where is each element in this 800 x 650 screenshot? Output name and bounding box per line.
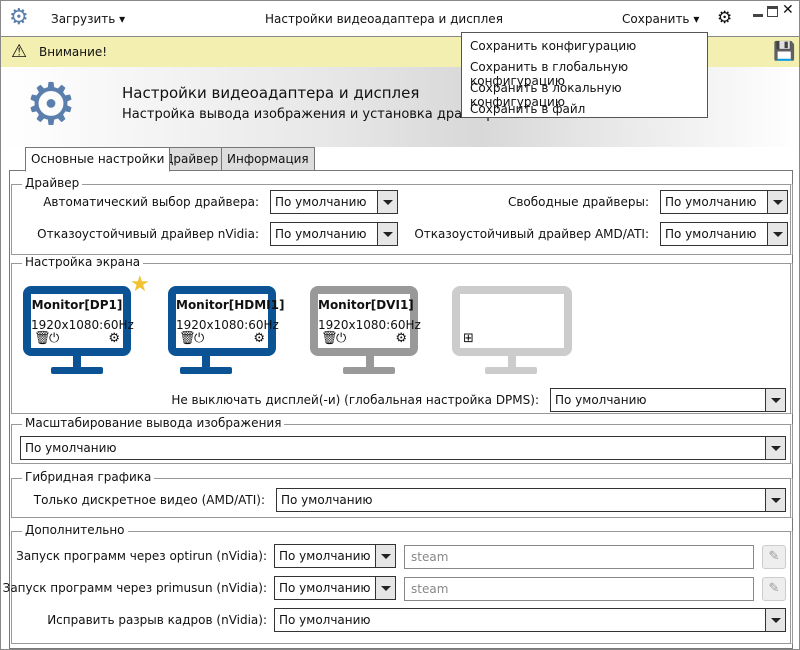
select-value: По умолчанию xyxy=(279,613,371,627)
discrete-video-label: Только дискретное видео (AMD/ATI): xyxy=(33,493,265,507)
select-value: По умолчанию xyxy=(279,549,371,563)
monitor-mode: 1920x1080:60Hz xyxy=(318,318,421,332)
monitor-base xyxy=(51,367,103,374)
monitor-base xyxy=(180,367,232,374)
optirun-label: Запуск программ через optirun (nVidia): xyxy=(16,549,267,563)
chevron-down-icon xyxy=(765,489,785,511)
select-value: По умолчанию xyxy=(275,227,367,241)
chevron-down-icon xyxy=(767,191,787,213)
tab-main-settings[interactable]: Основные настройки xyxy=(25,147,171,172)
app-gears-icon: ⚙ xyxy=(9,5,29,30)
monitor-base xyxy=(343,367,395,374)
edit-icon[interactable]: ✎ xyxy=(762,577,786,601)
select-value: По умолчанию xyxy=(281,493,373,507)
select-value: По умолчанию xyxy=(25,441,117,455)
select-value: По умолчанию xyxy=(665,195,757,209)
banner-subtitle: Настройка вывода изображения и установка… xyxy=(122,107,511,122)
primary-star-icon: ★ xyxy=(130,272,150,297)
group-title: Гибридная графика xyxy=(22,470,155,484)
dpms-label: Не выключать дисплей(-и) (глобальная нас… xyxy=(171,393,539,407)
window-title: Настройки видеоадаптера и дисплея xyxy=(265,12,503,26)
save-dropdown-menu: Сохранить конфигурацию Сохранить в глоба… xyxy=(461,32,708,118)
tearing-label: Исправить разрыв кадров (nVidia): xyxy=(47,613,267,627)
monitor-card[interactable]: Monitor[HDMI1] 1920x1080:60Hz 🗑 ⏻ ⚙ xyxy=(168,286,285,356)
warning-text: Внимание! xyxy=(39,45,108,59)
gear-icon[interactable]: ⚙ xyxy=(253,331,265,346)
select-value: По умолчанию xyxy=(275,195,367,209)
chevron-down-icon xyxy=(377,191,397,213)
menu-item-save-config[interactable]: Сохранить конфигурацию xyxy=(462,36,707,57)
auto-driver-label: Автоматический выбор драйвера: xyxy=(43,195,259,209)
group-title: Драйвер xyxy=(22,176,83,190)
chevron-down-icon xyxy=(375,577,395,599)
select-value: По умолчанию xyxy=(279,581,371,595)
free-drivers-select[interactable]: По умолчанию xyxy=(660,190,788,214)
minimize-button[interactable] xyxy=(753,14,763,17)
monitor-card[interactable]: Monitor[DVI1] 1920x1080:60Hz 🗑 ⏻ ⚙ xyxy=(310,286,421,356)
save-lock-icon[interactable]: 💾 xyxy=(773,41,795,62)
auto-driver-select[interactable]: По умолчанию xyxy=(270,190,398,214)
edit-icon[interactable]: ✎ xyxy=(762,545,786,569)
power-icon[interactable]: ⏻ xyxy=(49,331,59,346)
monitor-base xyxy=(485,367,537,374)
chevron-down-icon xyxy=(767,223,787,245)
amd-failsafe-select[interactable]: По умолчанию xyxy=(660,222,788,246)
optirun-input[interactable]: steam xyxy=(404,545,754,569)
group-title: Настройка экрана xyxy=(22,255,144,269)
primusun-label: Запуск программ через primusun (nVidia): xyxy=(2,581,267,595)
load-menu-button[interactable]: Загрузить ▾ xyxy=(51,12,125,26)
nvidia-failsafe-select[interactable]: По умолчанию xyxy=(270,222,398,246)
primusun-select[interactable]: По умолчанию xyxy=(274,576,396,600)
power-icon[interactable]: ⏻ xyxy=(336,331,346,346)
gear-icon[interactable]: ⚙ xyxy=(395,331,407,346)
select-value: По умолчанию xyxy=(665,227,757,241)
monitor-card[interactable]: Monitor[DP1] 1920x1080:60Hz 🗑 ⏻ ⚙ xyxy=(23,286,134,356)
dpms-select[interactable]: По умолчанию xyxy=(550,388,786,412)
monitor-mode: 1920x1080:60Hz xyxy=(176,318,279,332)
load-label: Загрузить xyxy=(51,12,116,26)
monitor-name: Monitor[DP1] xyxy=(31,298,123,312)
banner-gears-icon: ⚙ xyxy=(25,70,77,138)
gear-icon[interactable]: ⚙ xyxy=(108,331,120,346)
menu-item-save-local[interactable]: Сохранить в локальную конфигурацию xyxy=(462,78,707,109)
monitor-name: Monitor[DVI1] xyxy=(318,298,414,312)
monitor-mode: 1920x1080:60Hz xyxy=(31,318,134,332)
save-label: Сохранить xyxy=(622,12,690,26)
nvidia-failsafe-label: Отказоустойчивый драйвер nVidia: xyxy=(37,227,259,241)
maximize-button[interactable] xyxy=(767,6,778,17)
tearing-select[interactable]: По умолчанию xyxy=(274,608,786,632)
settings-gear-icon[interactable]: ⚙ xyxy=(717,8,732,28)
optirun-select[interactable]: По умолчанию xyxy=(274,544,396,568)
banner-title: Настройки видеоадаптера и дисплея xyxy=(122,84,420,102)
select-value: По умолчанию xyxy=(555,393,647,407)
save-menu-button[interactable]: Сохранить ▾ xyxy=(622,12,699,26)
chevron-down-icon xyxy=(765,609,785,631)
add-icon[interactable]: ⊞ xyxy=(463,331,474,346)
group-title: Дополнительно xyxy=(22,523,128,537)
amd-failsafe-label: Отказоустойчивый драйвер AMD/ATI: xyxy=(414,227,649,241)
warning-icon: ⚠ xyxy=(11,41,28,62)
menu-item-save-global[interactable]: Сохранить в глобальную конфигурацию xyxy=(462,57,707,88)
chevron-down-icon xyxy=(765,389,785,411)
add-monitor-card[interactable]: ⊞ xyxy=(452,286,572,356)
discrete-video-select[interactable]: По умолчанию xyxy=(276,488,786,512)
scaling-select[interactable]: По умолчанию xyxy=(20,436,786,460)
group-title: Масштабирование вывода изображения xyxy=(22,416,285,430)
free-drivers-label: Свободные драйверы: xyxy=(507,195,649,209)
close-button[interactable]: ✕ xyxy=(782,2,794,18)
tab-info[interactable]: Информация xyxy=(221,147,315,171)
power-icon[interactable]: ⏻ xyxy=(194,331,204,346)
app-window: ⚙ Загрузить ▾ Настройки видеоадаптера и … xyxy=(0,0,800,650)
primusun-input[interactable]: steam xyxy=(404,577,754,601)
chevron-down-icon xyxy=(377,223,397,245)
monitor-name: Monitor[HDMI1] xyxy=(176,298,285,312)
chevron-down-icon xyxy=(375,545,395,567)
menu-item-save-file[interactable]: Сохранить в файл xyxy=(462,99,707,120)
chevron-down-icon xyxy=(765,437,785,459)
